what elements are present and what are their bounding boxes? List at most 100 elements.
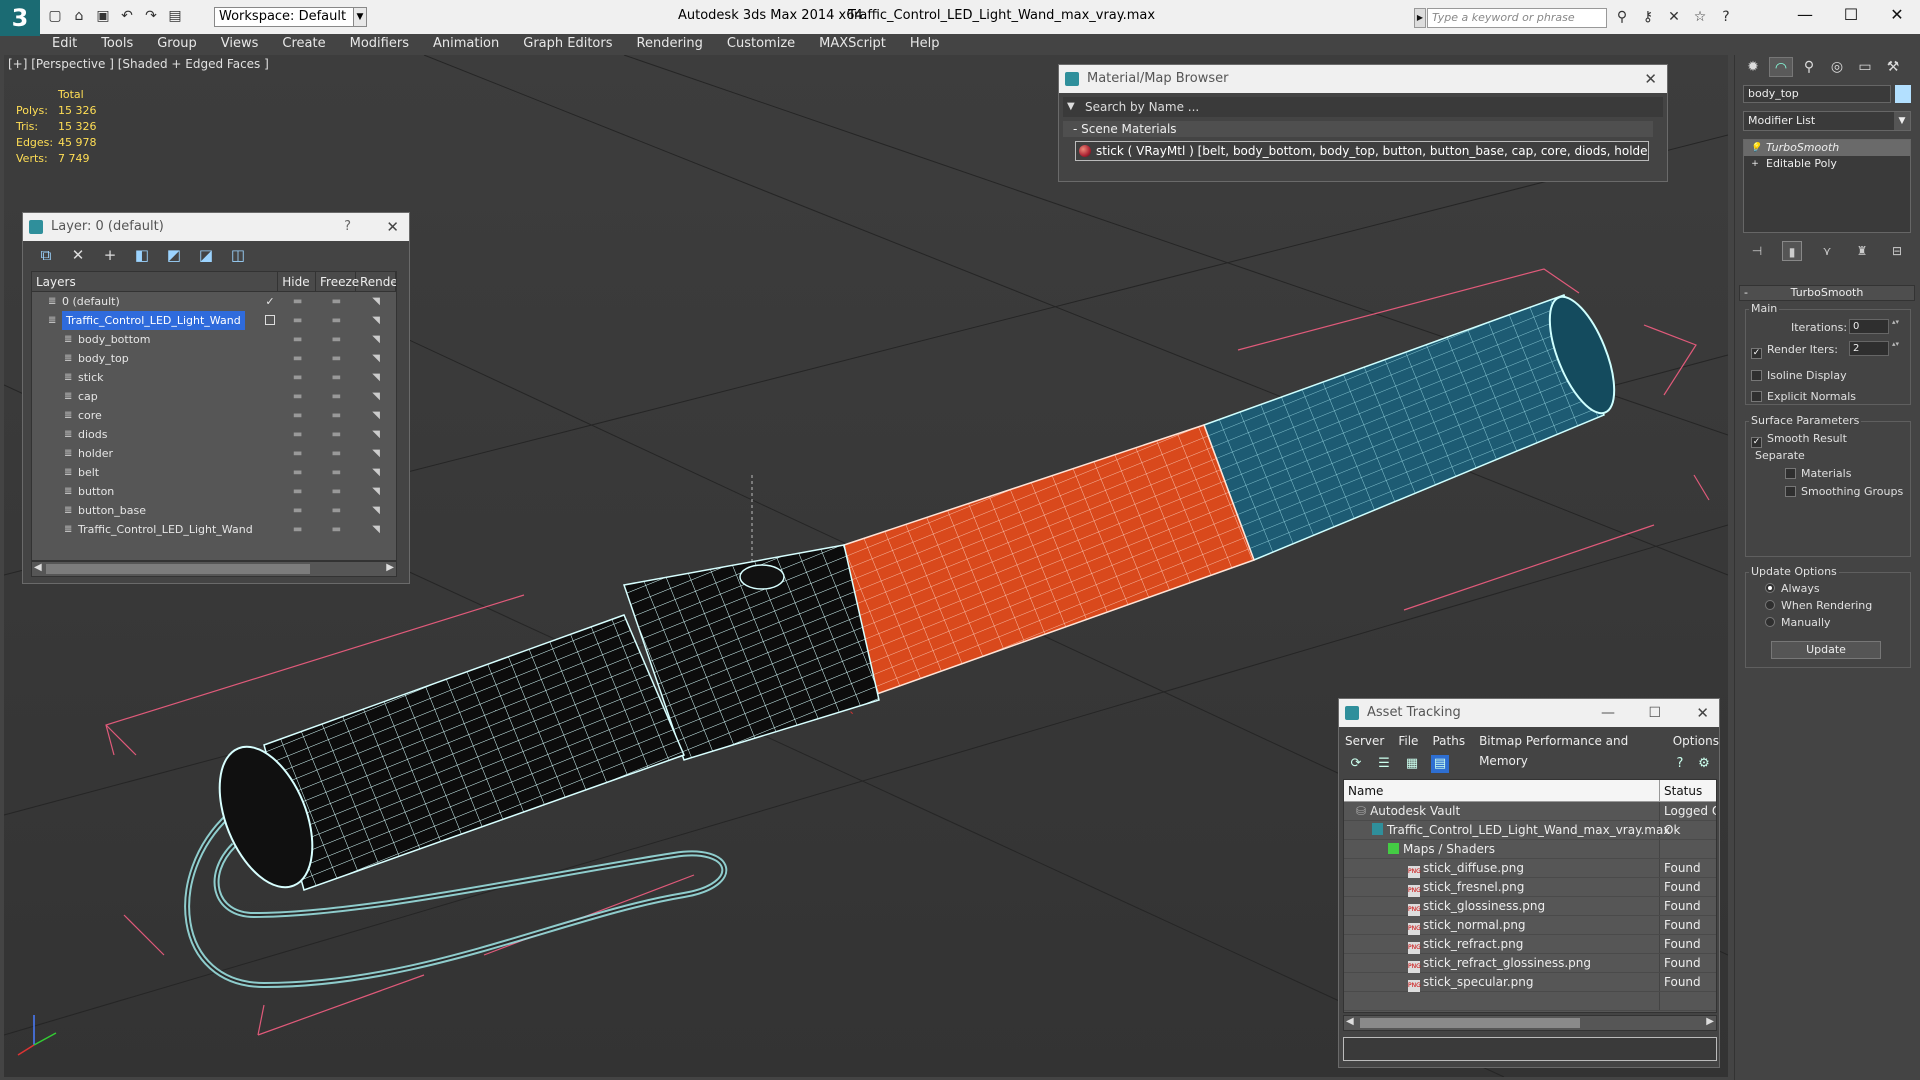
asset-row[interactable]: ⛁ Autodesk Vault Logged O [1344, 802, 1716, 821]
help-icon[interactable]: ? [1671, 755, 1689, 773]
stack-item-turbosmooth[interactable]: 💡 TurboSmooth [1744, 140, 1910, 156]
remove-modifier-icon[interactable]: ♜ [1852, 241, 1872, 261]
menu-views[interactable]: Views [209, 34, 271, 54]
render-iters-spinner[interactable]: 2 [1849, 341, 1900, 356]
subscription-icon[interactable]: ⚷ [1638, 8, 1658, 26]
column-render[interactable]: Rende [356, 272, 396, 291]
display-tab-icon[interactable]: ▭ [1853, 57, 1877, 77]
separate-smoothing-groups-toggle[interactable]: Smoothing Groups [1785, 485, 1903, 498]
create-tab-icon[interactable]: ✹ [1741, 57, 1765, 77]
layer-row[interactable]: ≣ Traffic_Control_LED_Light_Wand ▬ ▬ ◥ [32, 311, 396, 330]
layer-horizontal-scrollbar[interactable]: ◀ ▶ [31, 561, 397, 577]
project-folder-icon[interactable]: ▤ [166, 7, 184, 25]
layer-row[interactable]: ≣ holder ▬ ▬ ◥ [32, 444, 396, 463]
turbosmooth-rollout-header[interactable]: - TurboSmooth [1739, 285, 1915, 301]
hide-toggle[interactable]: ▬ [279, 406, 317, 425]
menu-graph-editors[interactable]: Graph Editors [511, 34, 624, 54]
render-toggle-icon[interactable]: ◥ [356, 330, 396, 349]
scroll-right-icon[interactable]: ▶ [1706, 1016, 1714, 1027]
workspace-dropdown[interactable]: Workspace: Default ▼ [214, 7, 367, 27]
asset-row[interactable]: Maps / Shaders [1344, 840, 1716, 859]
menu-paths[interactable]: Paths [1432, 731, 1465, 751]
close-icon[interactable]: ✕ [386, 213, 399, 241]
isoline-display-toggle[interactable]: Isoline Display [1751, 369, 1847, 382]
layer-dialog-title-bar[interactable]: Layer: 0 (default) ? ✕ [23, 213, 409, 241]
chevron-down-icon[interactable]: ▼ [1894, 112, 1910, 130]
asset-row[interactable]: PNG stick_fresnel.png Found [1344, 878, 1716, 897]
column-layers[interactable]: Layers [32, 272, 279, 291]
object-name-field[interactable]: body_top [1743, 85, 1891, 103]
menu-modifiers[interactable]: Modifiers [338, 34, 421, 54]
help-icon[interactable]: ? [344, 213, 351, 241]
communication-icon[interactable]: ✕ [1664, 8, 1684, 26]
table-view-icon[interactable]: ▤ [1431, 755, 1449, 773]
render-toggle-icon[interactable]: ◥ [356, 292, 396, 311]
layer-row[interactable]: ≣ core ▬ ▬ ◥ [32, 406, 396, 425]
hide-toggle[interactable]: ▬ [279, 330, 317, 349]
search-input[interactable]: Type a keyword or phrase [1427, 8, 1607, 28]
hierarchy-tab-icon[interactable]: ⚲ [1797, 57, 1821, 77]
hide-toggle[interactable]: ▬ [279, 349, 317, 368]
redo-icon[interactable]: ↷ [142, 7, 160, 25]
render-toggle-icon[interactable]: ◥ [356, 444, 396, 463]
checkbox[interactable] [1751, 370, 1762, 381]
collapse-icon[interactable]: - [1073, 122, 1081, 136]
menu-file[interactable]: File [1398, 731, 1418, 751]
freeze-toggle[interactable]: ▬ [316, 406, 356, 425]
make-unique-icon[interactable]: ⋎ [1817, 241, 1837, 261]
highlight-layer-icon[interactable]: ◩ [165, 246, 183, 264]
close-icon[interactable]: ✕ [1644, 65, 1657, 93]
menu-group[interactable]: Group [145, 34, 209, 54]
material-item-stick[interactable]: stick ( VRayMtl ) [belt, body_bottom, bo… [1075, 141, 1649, 161]
render-toggle-icon[interactable]: ◥ [356, 387, 396, 406]
render-toggle-icon[interactable]: ◥ [356, 425, 396, 444]
layer-row[interactable]: ≣ body_bottom ▬ ▬ ◥ [32, 330, 396, 349]
render-toggle-icon[interactable]: ◥ [356, 463, 396, 482]
column-hide[interactable]: Hide [278, 272, 316, 291]
chevron-down-icon[interactable]: ▼ [353, 7, 367, 27]
scroll-left-icon[interactable]: ◀ [34, 562, 42, 573]
checkbox[interactable] [1785, 486, 1796, 497]
render-toggle-icon[interactable]: ◥ [356, 520, 396, 539]
column-freeze[interactable]: Freeze [316, 272, 359, 291]
render-toggle-icon[interactable]: ◥ [356, 501, 396, 520]
scroll-left-icon[interactable]: ◀ [1346, 1016, 1354, 1027]
hide-toggle[interactable]: ▬ [279, 368, 317, 387]
viewport-label[interactable]: [+] [Perspective ] [Shaded + Edged Faces… [8, 57, 269, 71]
freeze-toggle[interactable]: ▬ [316, 330, 356, 349]
render-toggle-icon[interactable]: ◥ [356, 368, 396, 387]
menu-edit[interactable]: Edit [40, 34, 89, 54]
freeze-toggle[interactable]: ▬ [316, 463, 356, 482]
freeze-toggle[interactable]: ▬ [316, 292, 356, 311]
minimize-icon[interactable]: — [1782, 0, 1828, 30]
asset-row[interactable]: PNG stick_glossiness.png Found [1344, 897, 1716, 916]
utilities-tab-icon[interactable]: ⚒ [1881, 57, 1905, 77]
checkbox-checked[interactable]: ✓ [1751, 437, 1762, 448]
delete-layer-icon[interactable]: ✕ [69, 246, 87, 264]
asset-row[interactable]: PNG stick_normal.png Found [1344, 916, 1716, 935]
options-dropdown-icon[interactable]: ▼ [1067, 97, 1075, 117]
hide-all-icon[interactable]: ◪ [197, 246, 215, 264]
checkbox[interactable] [1751, 391, 1762, 402]
freeze-toggle[interactable]: ▬ [316, 520, 356, 539]
menu-help[interactable]: Help [898, 34, 952, 54]
open-file-icon[interactable]: ⌂ [70, 7, 88, 25]
settings-icon[interactable]: ⚙ [1695, 755, 1713, 773]
lightbulb-icon[interactable]: 💡 [1750, 143, 1761, 153]
column-name[interactable]: Name [1344, 780, 1660, 801]
asset-row[interactable]: PNG stick_diffuse.png Found [1344, 859, 1716, 878]
save-icon[interactable]: ▣ [94, 7, 112, 25]
hide-toggle[interactable]: ▬ [279, 501, 317, 520]
render-toggle-icon[interactable]: ◥ [356, 406, 396, 425]
stack-item-editable-poly[interactable]: + Editable Poly [1744, 156, 1910, 172]
freeze-toggle[interactable]: ▬ [316, 425, 356, 444]
render-toggle-icon[interactable]: ◥ [356, 482, 396, 501]
menu-server[interactable]: Server [1345, 731, 1384, 751]
freeze-toggle[interactable]: ▬ [316, 311, 356, 330]
asset-row[interactable]: PNG stick_refract_glossiness.png Found [1344, 954, 1716, 973]
checkbox-checked[interactable]: ✓ [1751, 348, 1762, 359]
thumbnail-view-icon[interactable]: ▦ [1403, 755, 1421, 773]
modifier-list-dropdown[interactable]: Modifier List ▼ [1743, 111, 1911, 131]
layer-row[interactable]: ≣ cap ▬ ▬ ◥ [32, 387, 396, 406]
radio[interactable] [1765, 617, 1775, 627]
